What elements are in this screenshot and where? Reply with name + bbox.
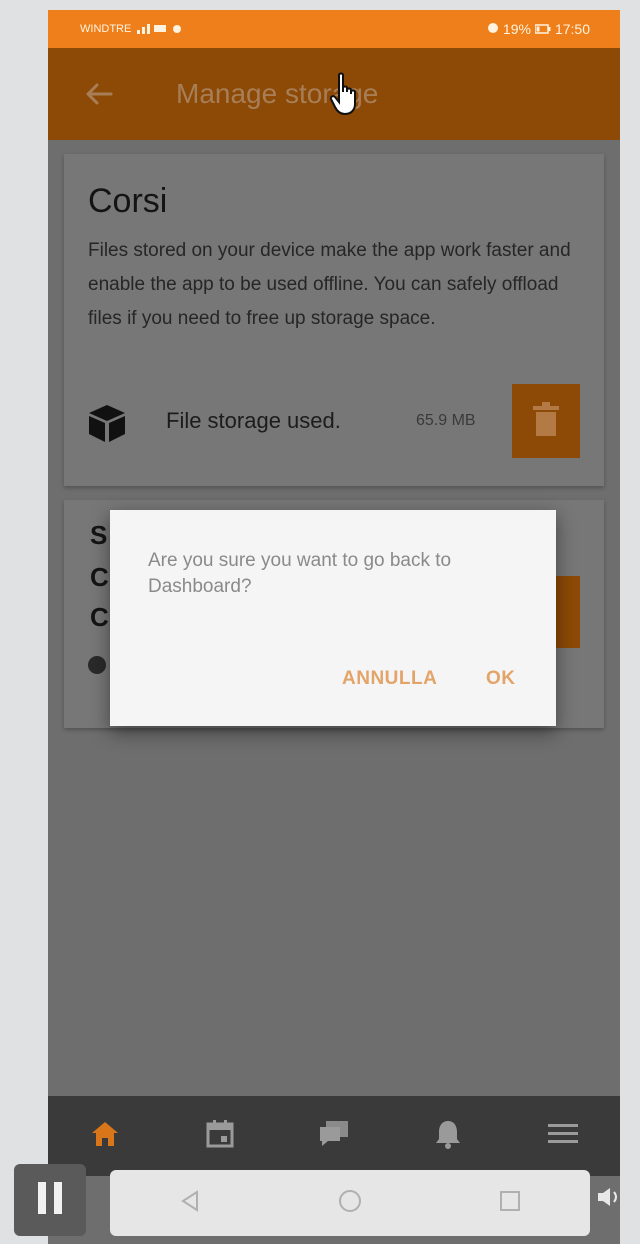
second-card-icon	[88, 656, 106, 674]
clock-label: 17:50	[554, 21, 590, 37]
battery-label: 19%	[502, 21, 531, 37]
nav-calendar[interactable]	[190, 1106, 250, 1166]
alarm-icon	[487, 21, 499, 37]
recents-square-icon[interactable]	[498, 1189, 522, 1218]
menu-icon	[547, 1122, 578, 1151]
calendar-icon	[205, 1119, 235, 1154]
delete-files-button[interactable]	[512, 384, 580, 458]
storage-card: Corsi Files stored on your device make t…	[64, 154, 604, 486]
bottom-navigation	[48, 1096, 620, 1176]
nav-menu[interactable]	[533, 1106, 593, 1166]
messages-icon	[318, 1119, 350, 1154]
arrow-left-icon[interactable]	[82, 77, 116, 111]
pause-icon	[35, 1180, 65, 1221]
second-card-text: S	[90, 520, 108, 550]
back-triangle-icon[interactable]	[178, 1189, 202, 1218]
notifications-icon	[434, 1119, 462, 1154]
signal-icon	[137, 22, 167, 37]
second-card-text: C	[90, 562, 109, 592]
status-bar: WINDTRE 19% 17:50	[48, 10, 620, 48]
carrier-label: WINDTRE	[80, 23, 132, 35]
storage-row: File storage used. 65.9 MB	[64, 384, 604, 460]
ok-button[interactable]: OK	[486, 668, 516, 690]
card-title: Corsi	[88, 182, 168, 220]
nav-home[interactable]	[75, 1106, 135, 1166]
home-circle-icon[interactable]	[337, 1188, 363, 1219]
storage-size: 65.9 MB	[416, 412, 476, 429]
status-right: 19% 17:50	[487, 21, 590, 37]
hand-cursor-icon	[329, 72, 364, 123]
nav-messages[interactable]	[304, 1106, 364, 1166]
trash-icon	[531, 401, 561, 442]
volume-icon[interactable]	[596, 1186, 622, 1213]
confirm-dialog: Are you sure you want to go back to Dash…	[110, 510, 556, 726]
storage-label: File storage used.	[166, 408, 341, 433]
nav-notifications[interactable]	[418, 1106, 478, 1166]
phone-screen: WINDTRE 19% 17:50 Manage storage Corsi F…	[48, 10, 620, 1244]
dialog-message: Are you sure you want to go back to Dash…	[148, 550, 452, 597]
battery-icon	[534, 21, 551, 37]
home-icon	[90, 1120, 120, 1153]
cancel-button[interactable]: ANNULLA	[342, 668, 437, 690]
notification-dot-icon	[173, 25, 182, 33]
system-navigation-bar	[110, 1170, 590, 1236]
box-icon	[86, 402, 128, 449]
card-description: Files stored on your device make the app…	[88, 240, 571, 329]
pause-button[interactable]	[14, 1164, 86, 1236]
status-left: WINDTRE	[80, 22, 182, 37]
second-card-text: C	[90, 602, 109, 632]
